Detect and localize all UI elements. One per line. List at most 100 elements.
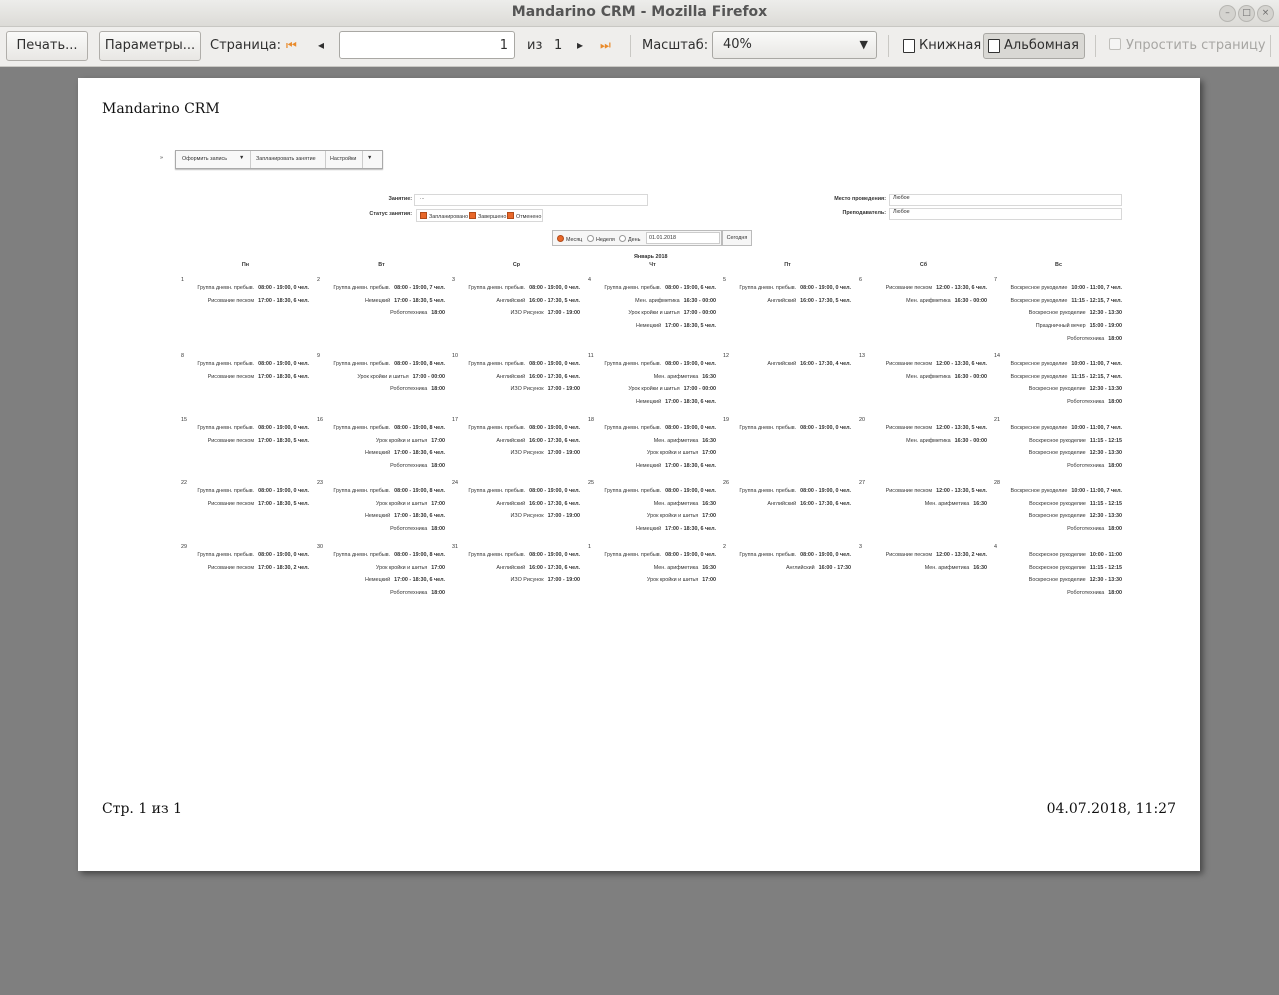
calendar-event[interactable]: Группа дневн. пребыв. 08:00 - 19:00, 0 че… bbox=[468, 285, 580, 291]
calendar-event[interactable]: Воскресное рукоделие 11:15 - 12:15 bbox=[1029, 501, 1122, 507]
calendar-event[interactable]: Мен. арифметика 16:30 - 00:00 bbox=[906, 438, 987, 444]
calendar-day-cell[interactable]: 2 Группа дневн. пребыв. 08:00 - 19:00, 0 ч… bbox=[720, 544, 855, 604]
last-page-icon[interactable]: ⏭ bbox=[600, 38, 611, 53]
scale-select[interactable]: 40% ▼ bbox=[712, 31, 877, 59]
calendar-day-cell[interactable]: 20 Рисование песком 12:00 - 13:30, 5 чел. М… bbox=[856, 417, 991, 477]
calendar-event[interactable]: Группа дневн. пребыв. 08:00 - 19:00, 8 че… bbox=[333, 361, 445, 367]
calendar-day-cell[interactable]: 3 Группа дневн. пребыв. 08:00 - 19:00, 0 ч… bbox=[449, 277, 584, 337]
calendar-event[interactable]: Рисование песком 17:00 - 18:30, 2 чел. bbox=[208, 565, 309, 571]
calendar-event[interactable]: Группа дневн. пребыв. 08:00 - 19:00, 0 че… bbox=[197, 552, 309, 558]
calendar-event[interactable]: Воскресное рукоделие 12:30 - 13:30 bbox=[1029, 310, 1122, 316]
calendar-event[interactable]: Робототехника 18:00 bbox=[1067, 463, 1122, 469]
status-planned[interactable]: Запланировано bbox=[420, 212, 468, 220]
status-filter[interactable]: Запланировано Завершено Отменено bbox=[416, 209, 543, 222]
calendar-event[interactable]: Группа дневн. пребыв. 08:00 - 19:00, 0 че… bbox=[197, 425, 309, 431]
calendar-event[interactable]: Мен. арифметика 16:30 bbox=[654, 565, 716, 571]
calendar-day-cell[interactable]: 25 Группа дневн. пребыв. 08:00 - 19:00, 0 … bbox=[585, 480, 720, 540]
calendar-day-cell[interactable]: 1 Группа дневн. пребыв. 08:00 - 19:00, 0 ч… bbox=[178, 277, 313, 337]
calendar-event[interactable]: Воскресное рукоделие 12:30 - 13:30 bbox=[1029, 450, 1122, 456]
calendar-event[interactable]: Рисование песком 12:00 - 13:30, 5 чел. bbox=[886, 488, 987, 494]
calendar-event[interactable]: Робототехника 18:00 bbox=[390, 463, 445, 469]
calendar-day-cell[interactable]: 8 Группа дневн. пребыв. 08:00 - 19:00, 0 ч… bbox=[178, 353, 313, 413]
calendar-event[interactable]: Группа дневн. пребыв. 08:00 - 19:00, 8 че… bbox=[333, 425, 445, 431]
calendar-event[interactable]: Воскресное рукоделие 12:30 - 13:30 bbox=[1029, 513, 1122, 519]
calendar-event[interactable]: Немецкий 17:00 - 18:30, 5 чел. bbox=[365, 298, 445, 304]
calendar-day-cell[interactable]: 31 Группа дневн. пребыв. 08:00 - 19:00, 0 … bbox=[449, 544, 584, 604]
calendar-day-cell[interactable]: 5 Группа дневн. пребыв. 08:00 - 19:00, 0 ч… bbox=[720, 277, 855, 337]
teacher-select[interactable]: Любое bbox=[889, 208, 1122, 220]
calendar-day-cell[interactable]: 2 Группа дневн. пребыв. 08:00 - 19:00, 7 ч… bbox=[314, 277, 449, 337]
calendar-event[interactable]: Воскресное рукоделие 10:00 - 11:00, 7 чел… bbox=[1011, 361, 1122, 367]
calendar-event[interactable]: ИЗО Рисунок 17:00 - 19:00 bbox=[511, 513, 580, 519]
calendar-event[interactable]: ИЗО Рисунок 17:00 - 19:00 bbox=[511, 310, 580, 316]
view-month[interactable]: Месяц bbox=[557, 235, 582, 243]
calendar-event[interactable]: Группа дневн. пребыв. 08:00 - 19:00, 0 че… bbox=[197, 285, 309, 291]
calendar-event[interactable]: Немецкий 17:00 - 18:30, 6 чел. bbox=[365, 577, 445, 583]
calendar-event[interactable]: Рисование песком 12:00 - 13:30, 6 чел. bbox=[886, 361, 987, 367]
calendar-event[interactable]: Группа дневн. пребыв. 08:00 - 19:00, 0 че… bbox=[468, 488, 580, 494]
calendar-event[interactable]: Урок кройки и шитья 17:00 bbox=[376, 438, 445, 444]
calendar-day-cell[interactable]: 24 Группа дневн. пребыв. 08:00 - 19:00, 0 … bbox=[449, 480, 584, 540]
prev-page-icon[interactable]: ◂ bbox=[318, 38, 324, 52]
calendar-event[interactable]: Группа дневн. пребыв. 08:00 - 19:00, 0 че… bbox=[739, 285, 851, 291]
calendar-event[interactable]: Группа дневн. пребыв. 08:00 - 19:00, 0 че… bbox=[604, 425, 716, 431]
calendar-event[interactable]: Английский 16:00 - 17:30, 6 чел. bbox=[496, 501, 580, 507]
create-record-menu[interactable]: Оформить запись bbox=[182, 156, 227, 162]
calendar-event[interactable]: Английский 16:00 - 17:30, 6 чел. bbox=[496, 565, 580, 571]
calendar-event[interactable]: ИЗО Рисунок 17:00 - 19:00 bbox=[511, 577, 580, 583]
calendar-event[interactable]: Рисование песком 12:00 - 13:30, 5 чел. bbox=[886, 425, 987, 431]
calendar-event[interactable]: Мен. арифметика 16:30 - 00:00 bbox=[906, 298, 987, 304]
calendar-day-cell[interactable]: 27 Рисование песком 12:00 - 13:30, 5 чел. М… bbox=[856, 480, 991, 540]
calendar-event[interactable]: Немецкий 17:00 - 18:30, 5 чел. bbox=[636, 323, 716, 329]
collapse-icon[interactable]: » bbox=[160, 155, 163, 161]
calendar-day-cell[interactable]: 29 Группа дневн. пребыв. 08:00 - 19:00, 0 … bbox=[178, 544, 313, 604]
calendar-event[interactable]: Праздничный вечер 15:00 - 19:00 bbox=[1036, 323, 1122, 329]
calendar-event[interactable]: Мен. арифметика 16:30 - 00:00 bbox=[635, 298, 716, 304]
chevron-down-icon[interactable]: ▼ bbox=[367, 155, 372, 161]
calendar-event[interactable]: Мен. арифметика 16:30 bbox=[654, 374, 716, 380]
view-day[interactable]: День bbox=[619, 235, 640, 243]
plan-lesson-menu[interactable]: Запланировать занятие bbox=[256, 156, 316, 162]
calendar-day-cell[interactable]: 17 Группа дневн. пребыв. 08:00 - 19:00, 0 … bbox=[449, 417, 584, 477]
calendar-day-cell[interactable]: 16 Группа дневн. пребыв. 08:00 - 19:00, 8 … bbox=[314, 417, 449, 477]
lesson-input[interactable]: ... bbox=[414, 194, 648, 206]
calendar-event[interactable]: Группа дневн. пребыв. 08:00 - 19:00, 0 че… bbox=[604, 552, 716, 558]
calendar-event[interactable]: Робототехника 18:00 bbox=[1067, 336, 1122, 342]
calendar-day-cell[interactable]: 14 Воскресное рукоделие 10:00 - 11:00, 7 ч… bbox=[991, 353, 1126, 413]
calendar-day-cell[interactable]: 13 Рисование песком 12:00 - 13:30, 6 чел. М… bbox=[856, 353, 991, 413]
calendar-day-cell[interactable]: 23 Группа дневн. пребыв. 08:00 - 19:00, 8 … bbox=[314, 480, 449, 540]
calendar-event[interactable]: Группа дневн. пребыв. 08:00 - 19:00, 0 че… bbox=[739, 425, 851, 431]
print-button[interactable]: Печать... bbox=[6, 31, 88, 61]
calendar-event[interactable]: Мен. арифметика 16:30 - 00:00 bbox=[906, 374, 987, 380]
status-cancelled[interactable]: Отменено bbox=[507, 212, 541, 220]
first-page-icon[interactable]: ⏮ bbox=[286, 38, 297, 53]
calendar-event[interactable]: Группа дневн. пребыв. 08:00 - 19:00, 0 че… bbox=[604, 488, 716, 494]
calendar-event[interactable]: Английский 16:00 - 17:30, 6 чел. bbox=[496, 374, 580, 380]
calendar-event[interactable]: Немецкий 17:00 - 18:30, 6 чел. bbox=[636, 526, 716, 532]
calendar-day-cell[interactable]: 4 Группа дневн. пребыв. 08:00 - 19:00, 6 ч… bbox=[585, 277, 720, 337]
calendar-event[interactable]: Воскресное рукоделие 10:00 - 11:00, 7 чел… bbox=[1011, 285, 1122, 291]
calendar-day-cell[interactable]: 28 Воскресное рукоделие 10:00 - 11:00, 7 ч… bbox=[991, 480, 1126, 540]
calendar-event[interactable]: Группа дневн. пребыв. 08:00 - 19:00, 0 че… bbox=[468, 361, 580, 367]
calendar-day-cell[interactable]: 30 Группа дневн. пребыв. 08:00 - 19:00, 8 … bbox=[314, 544, 449, 604]
calendar-day-cell[interactable]: 21 Воскресное рукоделие 10:00 - 11:00, 7 ч… bbox=[991, 417, 1126, 477]
calendar-event[interactable]: Группа дневн. пребыв. 08:00 - 19:00, 0 че… bbox=[604, 361, 716, 367]
calendar-event[interactable]: ИЗО Рисунок 17:00 - 19:00 bbox=[511, 450, 580, 456]
calendar-event[interactable]: Рисование песком 12:00 - 13:30, 6 чел. bbox=[886, 285, 987, 291]
chevron-down-icon[interactable]: ▼ bbox=[239, 155, 244, 161]
calendar-event[interactable]: Мен. арифметика 16:30 bbox=[654, 438, 716, 444]
view-week[interactable]: Неделя bbox=[587, 235, 615, 243]
calendar-day-cell[interactable]: 9 Группа дневн. пребыв. 08:00 - 19:00, 8 ч… bbox=[314, 353, 449, 413]
portrait-button[interactable]: Книжная bbox=[898, 33, 987, 59]
calendar-event[interactable]: Мен. арифметика 16:30 bbox=[654, 501, 716, 507]
calendar-event[interactable]: Группа дневн. пребыв. 08:00 - 19:00, 6 че… bbox=[604, 285, 716, 291]
calendar-event[interactable]: Английский 16:00 - 17:30, 4 чел. bbox=[767, 361, 851, 367]
calendar-event[interactable]: Английский 16:00 - 17:30, 6 чел. bbox=[496, 438, 580, 444]
calendar-day-cell[interactable]: 26 Группа дневн. пребыв. 08:00 - 19:00, 0 … bbox=[720, 480, 855, 540]
calendar-event[interactable]: Урок кройки и шитья 17:00 - 00:00 bbox=[628, 310, 716, 316]
calendar-event[interactable]: Рисование песком 17:00 - 18:30, 6 чел. bbox=[208, 298, 309, 304]
calendar-event[interactable]: Группа дневн. пребыв. 08:00 - 19:00, 0 че… bbox=[197, 488, 309, 494]
calendar-event[interactable]: Робототехника 18:00 bbox=[390, 310, 445, 316]
calendar-event[interactable]: Воскресное рукоделие 10:00 - 11:00, 7 чел… bbox=[1011, 488, 1122, 494]
landscape-button[interactable]: Альбомная bbox=[983, 33, 1085, 59]
